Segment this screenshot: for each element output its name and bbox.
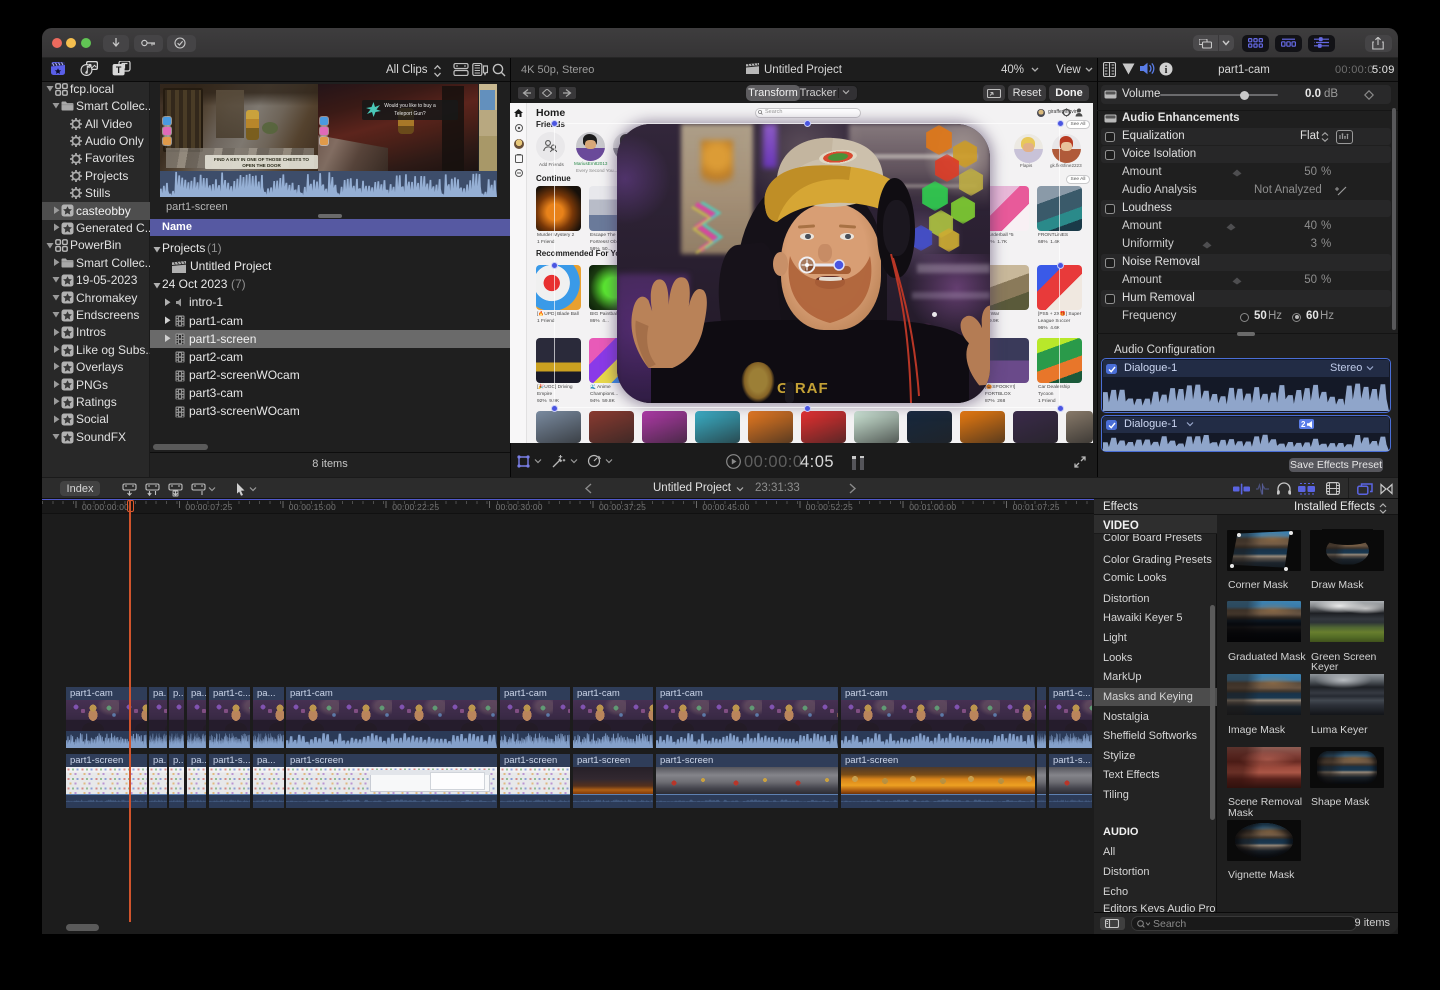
svg-text:i: i xyxy=(1165,65,1168,76)
svg-text:T: T xyxy=(116,65,122,75)
